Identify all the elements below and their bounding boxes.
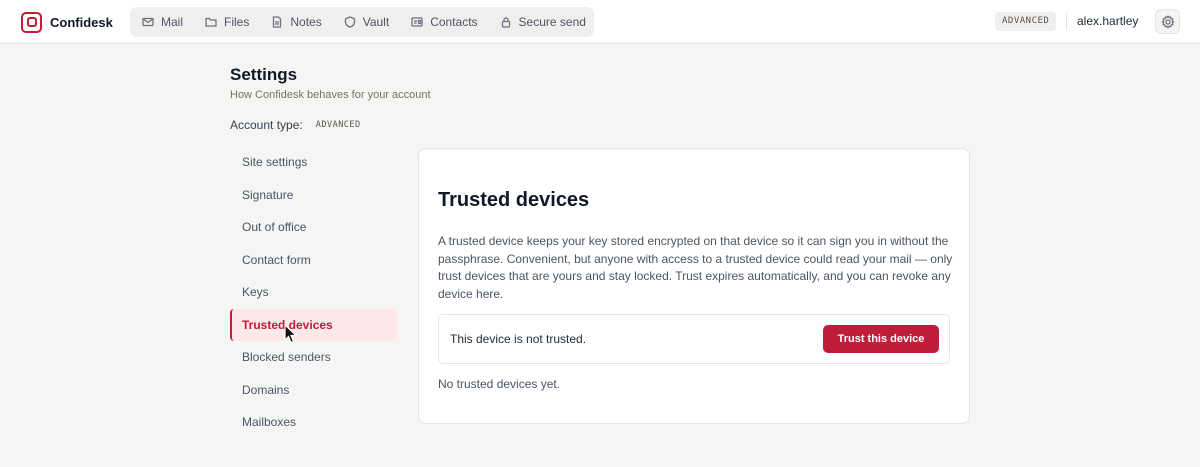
trusted-devices-panel: Trusted devices A trusted device keeps y… <box>418 148 970 424</box>
device-status-text: This device is not trusted. <box>450 332 587 346</box>
nav-item-contacts[interactable]: Contacts <box>411 15 478 29</box>
empty-state-text: No trusted devices yet. <box>438 377 561 391</box>
page-title: Settings <box>230 65 298 84</box>
mail-icon <box>142 17 154 27</box>
contact-card-icon <box>411 17 423 27</box>
nav-item-notes[interactable]: Notes <box>271 15 322 29</box>
nav-item-label: Notes <box>290 15 322 29</box>
brand-logo-icon <box>21 11 42 33</box>
header-divider <box>1066 13 1067 30</box>
sidebar-item-out-of-office[interactable]: Out of office <box>230 211 397 244</box>
settings-button[interactable] <box>1155 9 1180 34</box>
panel-description: A trusted device keeps your key stored e… <box>438 234 953 301</box>
panel-title: Trusted devices <box>438 189 590 211</box>
nav-item-vault[interactable]: Vault <box>344 15 389 29</box>
sidebar-item-keys[interactable]: Keys <box>230 276 397 309</box>
sidebar-item-contact-form[interactable]: Contact form <box>230 244 397 277</box>
account-type: Account type: ADVANCED <box>230 118 361 132</box>
account-type-label: Account type: <box>230 118 303 132</box>
sidebar-item-trusted-devices[interactable]: Trusted devices <box>230 308 397 341</box>
main-nav: Mail Files Notes Vault Contacts Secure s… <box>130 7 594 37</box>
nav-item-mail[interactable]: Mail <box>142 15 183 29</box>
nav-item-label: Files <box>224 15 250 29</box>
account-type-value: ADVANCED <box>315 120 361 130</box>
sidebar-item-site-settings[interactable]: Site settings <box>230 146 397 179</box>
folder-icon <box>205 17 217 27</box>
nav-item-label: Secure send <box>518 15 586 29</box>
sidebar-item-domains[interactable]: Domains <box>230 374 397 407</box>
brand[interactable]: Confidesk <box>21 11 113 33</box>
username[interactable]: alex.hartley <box>1077 14 1138 28</box>
account-badge: ADVANCED <box>995 12 1057 31</box>
nav-item-secure-send[interactable]: Secure send <box>500 15 586 29</box>
nav-item-label: Vault <box>362 15 390 29</box>
nav-item-label: Contacts <box>430 15 478 29</box>
trust-device-button[interactable]: Trust this device <box>823 325 939 353</box>
brand-name: Confidesk <box>50 14 113 30</box>
device-status-box: This device is not trusted. Trust this d… <box>438 314 950 364</box>
mouse-pointer-icon <box>284 324 298 344</box>
sidebar-item-signature[interactable]: Signature <box>230 179 397 212</box>
gear-icon <box>1160 14 1175 29</box>
page-subtitle: How Confidesk behaves for your account <box>230 89 431 101</box>
top-bar: Confidesk Mail Files Notes Vault Contact… <box>0 0 1200 44</box>
settings-sidebar: Site settings Signature Out of office Co… <box>230 146 397 439</box>
shield-icon <box>344 16 355 28</box>
sidebar-item-mailboxes[interactable]: Mailboxes <box>230 406 397 439</box>
nav-item-label: Mail <box>161 15 184 29</box>
lock-icon <box>501 17 510 28</box>
nav-item-files[interactable]: Files <box>205 15 249 29</box>
note-icon <box>273 16 282 28</box>
sidebar-item-blocked-senders[interactable]: Blocked senders <box>230 341 397 374</box>
